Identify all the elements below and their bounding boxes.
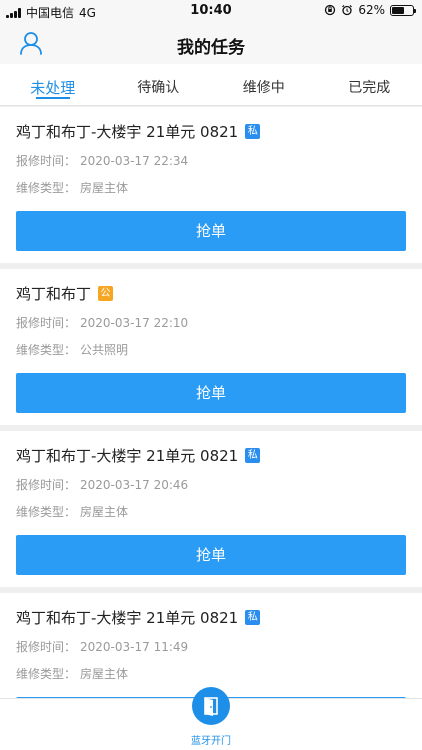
task-title-row: 鸡丁和布丁 公	[16, 283, 406, 303]
repair-type-row: 维修类型： 房屋主体	[16, 503, 406, 519]
tab-label: 未处理	[30, 79, 76, 97]
bluetooth-door-button[interactable]	[192, 687, 230, 725]
battery-fill	[392, 6, 405, 14]
task-title-row: 鸡丁和布丁-大楼宇 21单元 0821 私	[16, 445, 406, 465]
report-time-value: 2020-03-17 22:34	[80, 154, 189, 168]
private-tag: 私	[245, 609, 261, 625]
tab-active-indicator	[35, 97, 70, 99]
report-time-label: 报修时间：	[16, 478, 77, 492]
task-card[interactable]: 鸡丁和布丁-大楼宇 21单元 0821 私 报修时间： 2020-03-17 22…	[0, 107, 422, 263]
bottom-bar: 蓝牙开门	[0, 687, 422, 750]
rotation-lock-icon	[325, 4, 336, 16]
tab-label: 已完成	[348, 80, 391, 96]
task-title: 鸡丁和布丁-大楼宇 21单元 0821	[16, 446, 239, 465]
battery-icon	[390, 4, 416, 16]
task-card[interactable]: 鸡丁和布丁 公 报修时间： 2020-03-17 22:10 维修类型： 公共照明 …	[0, 269, 422, 425]
repair-type-row: 维修类型： 公共照明	[16, 341, 406, 357]
report-time-value: 2020-03-17 11:49	[80, 640, 189, 654]
tab-bar: 未处理 待确认 维修中 已完成	[0, 64, 422, 106]
tab-label: 待确认	[137, 80, 180, 96]
public-tag: 公	[98, 285, 114, 301]
task-card[interactable]: 鸡丁和布丁-大楼宇 21单元 0821 私 报修时间： 2020-03-17 20…	[0, 431, 422, 587]
repair-type-label: 维修类型：	[16, 505, 77, 519]
nav-bar: 我的任务	[0, 22, 422, 64]
grab-order-button[interactable]: 抢单	[16, 211, 406, 251]
tab-completed[interactable]: 已完成	[317, 64, 422, 105]
status-right: 62%	[324, 3, 416, 17]
report-time-row: 报修时间： 2020-03-17 20:46	[16, 476, 406, 492]
repair-type-value: 房屋主体	[80, 181, 129, 195]
repair-type-label: 维修类型：	[16, 667, 77, 681]
report-time-row: 报修时间： 2020-03-17 22:10	[16, 314, 406, 330]
repair-type-value: 公共照明	[80, 343, 129, 357]
task-title: 鸡丁和布丁-大楼宇 21单元 0821	[16, 122, 239, 141]
grab-order-button[interactable]: 抢单	[16, 373, 406, 413]
grab-order-button[interactable]: 抢单	[16, 535, 406, 575]
task-title: 鸡丁和布丁-大楼宇 21单元 0821	[16, 608, 239, 627]
private-tag: 私	[245, 447, 261, 463]
repair-type-row: 维修类型： 房屋主体	[16, 665, 406, 681]
tab-label: 维修中	[242, 80, 285, 96]
tab-unprocessed[interactable]: 未处理	[0, 64, 106, 105]
alarm-icon	[342, 5, 353, 16]
battery-percent: 62%	[358, 3, 385, 17]
tab-pending-confirm[interactable]: 待确认	[106, 64, 212, 105]
page-title: 我的任务	[177, 38, 245, 58]
report-time-row: 报修时间： 2020-03-17 22:34	[16, 152, 406, 168]
report-time-row: 报修时间： 2020-03-17 11:49	[16, 638, 406, 654]
repair-type-row: 维修类型： 房屋主体	[16, 179, 406, 195]
task-title: 鸡丁和布丁	[16, 284, 92, 303]
repair-type-label: 维修类型：	[16, 181, 77, 195]
report-time-value: 2020-03-17 20:46	[80, 478, 189, 492]
tab-repairing[interactable]: 维修中	[211, 64, 317, 105]
report-time-label: 报修时间：	[16, 640, 77, 654]
repair-type-value: 房屋主体	[80, 667, 129, 681]
report-time-value: 2020-03-17 22:10	[80, 316, 189, 330]
repair-type-value: 房屋主体	[80, 505, 129, 519]
repair-type-label: 维修类型：	[16, 343, 77, 357]
private-tag: 私	[245, 123, 261, 139]
bluetooth-door-label[interactable]: 蓝牙开门	[0, 732, 422, 747]
task-title-row: 鸡丁和布丁-大楼宇 21单元 0821 私	[16, 607, 406, 627]
report-time-label: 报修时间：	[16, 154, 77, 168]
door-icon	[204, 697, 218, 716]
task-title-row: 鸡丁和布丁-大楼宇 21单元 0821 私	[16, 121, 406, 141]
report-time-label: 报修时间：	[16, 316, 77, 330]
task-list[interactable]: 鸡丁和布丁-大楼宇 21单元 0821 私 报修时间： 2020-03-17 22…	[0, 107, 422, 749]
status-bar: 中国电信 4G 10:40 62%	[0, 0, 422, 22]
